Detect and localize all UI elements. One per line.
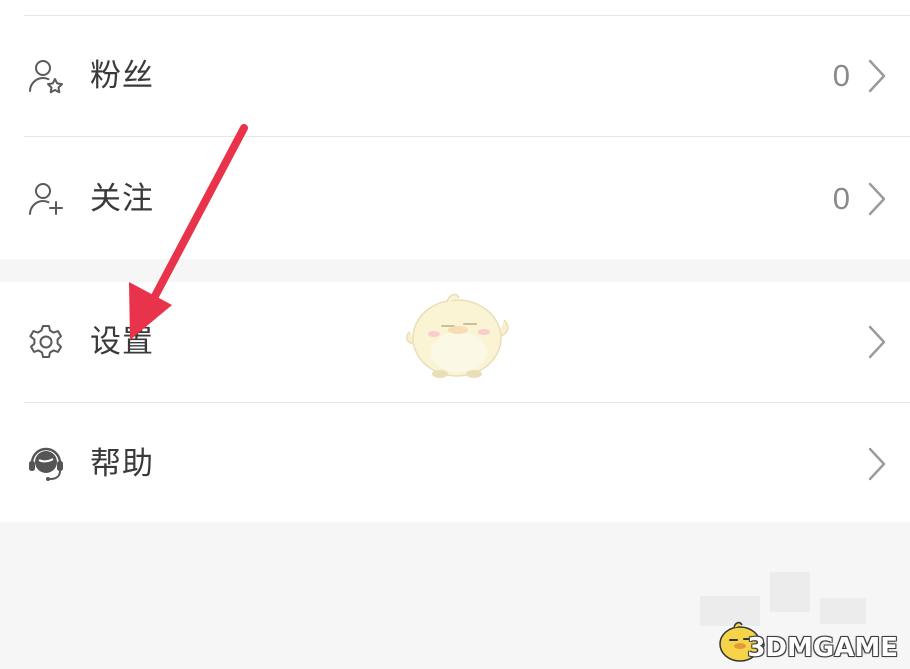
follow-count: 0 bbox=[832, 181, 850, 216]
menu-item-label: 设置 bbox=[90, 324, 154, 359]
menu-item-follow[interactable]: 关注 0 bbox=[0, 137, 910, 257]
menu-item-label: 粉丝 bbox=[90, 58, 154, 93]
user-plus-icon bbox=[26, 179, 66, 219]
chevron-right-icon bbox=[866, 446, 888, 482]
chevron-right-icon bbox=[866, 58, 888, 94]
blur-patch bbox=[820, 598, 866, 624]
social-stats-group: 粉丝 0 关注 0 bbox=[0, 0, 910, 259]
system-group: 设置 帮助 bbox=[0, 282, 910, 522]
user-star-icon bbox=[26, 56, 66, 96]
blur-patch bbox=[770, 572, 810, 612]
gear-icon bbox=[26, 322, 66, 362]
menu-item-label: 关注 bbox=[90, 181, 154, 216]
fans-count: 0 bbox=[832, 58, 850, 93]
site-watermark: 3DMGAME bbox=[702, 629, 902, 669]
chevron-right-icon bbox=[866, 324, 888, 360]
menu-item-help[interactable]: 帮助 bbox=[0, 403, 910, 523]
menu-item-label: 帮助 bbox=[90, 446, 154, 481]
menu-item-fans[interactable]: 粉丝 0 bbox=[0, 16, 910, 136]
headset-support-icon bbox=[26, 444, 66, 484]
watermark-text: 3DMGAME bbox=[747, 633, 898, 663]
menu-item-settings[interactable]: 设置 bbox=[0, 282, 910, 402]
chevron-right-icon bbox=[866, 181, 888, 217]
